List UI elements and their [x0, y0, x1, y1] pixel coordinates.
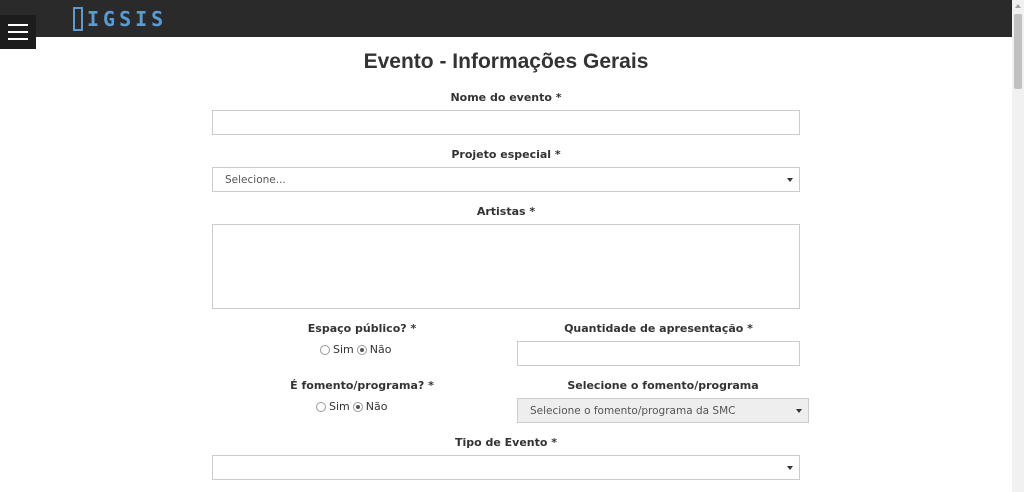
scroll-up-arrow-icon[interactable]: [1012, 0, 1024, 12]
espaco-publico-nao-radio[interactable]: [356, 344, 367, 355]
fomento-sim-label: Sim: [329, 400, 350, 413]
vertical-scrollbar[interactable]: [1012, 0, 1024, 492]
quantidade-apresentacao-input[interactable]: [517, 341, 800, 366]
fomento-nao-label: Não: [365, 400, 388, 413]
chevron-down-icon: [787, 177, 793, 182]
page-title: Evento - Informações Gerais: [363, 50, 649, 73]
espaco-publico-label: Espaço público? *: [307, 322, 417, 335]
menu-icon-line: [8, 31, 28, 33]
fomento-programa-select[interactable]: Selecione o fomento/programa da SMC: [517, 398, 809, 423]
scrollbar-thumb[interactable]: [1014, 14, 1022, 89]
menu-icon-line: [8, 38, 28, 40]
espaco-publico-sim-radio[interactable]: [320, 344, 330, 355]
espaco-publico-nao-label: Não: [369, 343, 392, 356]
hamburger-menu-button[interactable]: [0, 15, 36, 49]
chevron-down-icon: [796, 408, 802, 413]
app-logo[interactable]: IGSIS: [73, 6, 167, 32]
fomento-sim-radio[interactable]: [316, 401, 326, 412]
top-bar: IGSIS: [0, 0, 1012, 37]
fomento-programa-selected-value: Selecione o fomento/programa da SMC: [530, 404, 736, 417]
tipo-evento-label: Tipo de Evento *: [454, 436, 558, 449]
projeto-especial-label: Projeto especial *: [451, 148, 561, 161]
artistas-textarea[interactable]: [212, 224, 800, 309]
espaco-publico-radio-group: Sim Não: [320, 343, 391, 356]
chevron-down-icon: [787, 465, 793, 470]
projeto-especial-select[interactable]: Selecione...: [212, 167, 800, 192]
tipo-evento-select[interactable]: [212, 455, 800, 480]
fomento-programa-radio-group: Sim Não: [316, 400, 387, 413]
menu-icon-line: [8, 24, 28, 26]
selecione-fomento-label: Selecione o fomento/programa: [567, 379, 759, 392]
nome-evento-label: Nome do evento *: [450, 91, 562, 104]
fomento-programa-label: É fomento/programa? *: [290, 379, 434, 392]
artistas-label: Artistas *: [476, 205, 536, 218]
quantidade-apresentacao-label: Quantidade de apresentação *: [564, 322, 753, 335]
nome-evento-input[interactable]: [212, 110, 800, 135]
logo-mark-icon: [73, 7, 83, 31]
logo-text: IGSIS: [87, 7, 168, 31]
projeto-especial-selected-value: Selecione...: [225, 173, 286, 186]
espaco-publico-sim-label: Sim: [333, 343, 354, 356]
fomento-nao-radio[interactable]: [352, 401, 363, 412]
